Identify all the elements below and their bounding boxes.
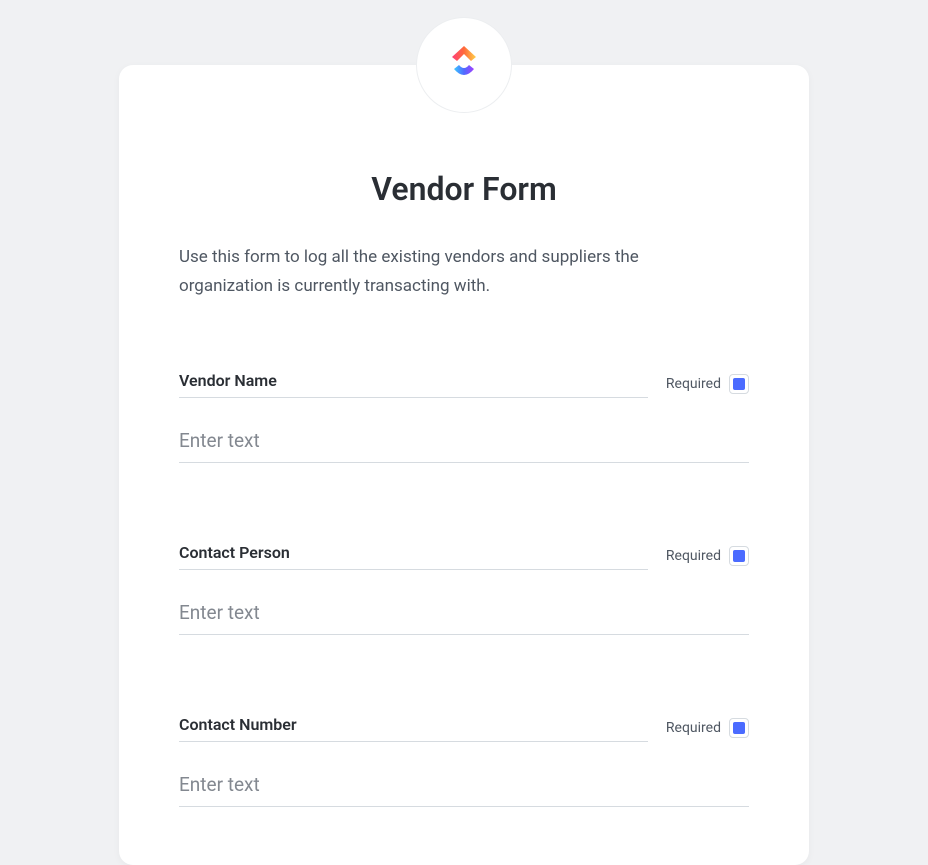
required-label: Required [666,548,721,564]
form-card: Vendor Form Use this form to log all the… [119,65,809,865]
field-contact-number: Contact Number Required [179,715,749,807]
required-toggle[interactable] [729,546,749,566]
contact-person-input[interactable] [179,595,749,635]
field-vendor-name: Vendor Name Required [179,371,749,463]
checkbox-checked-icon [733,722,745,734]
logo-circle [416,17,512,113]
field-label: Contact Number [179,715,297,734]
checkbox-checked-icon [733,550,745,562]
clickup-logo-icon [440,39,488,91]
vendor-name-input[interactable] [179,423,749,463]
required-label: Required [666,720,721,736]
field-label: Contact Person [179,543,290,562]
required-wrap: Required [666,546,749,570]
field-label-wrap[interactable]: Contact Person [179,543,648,570]
field-label-wrap[interactable]: Vendor Name [179,371,648,398]
form-title: Vendor Form [179,170,749,208]
form-description: Use this form to log all the existing ve… [179,243,709,301]
field-contact-person: Contact Person Required [179,543,749,635]
required-label: Required [666,376,721,392]
field-label-wrap[interactable]: Contact Number [179,715,648,742]
field-label: Vendor Name [179,371,277,390]
required-wrap: Required [666,374,749,398]
contact-number-input[interactable] [179,767,749,807]
required-toggle[interactable] [729,718,749,738]
field-header: Vendor Name Required [179,371,749,398]
field-header: Contact Number Required [179,715,749,742]
required-toggle[interactable] [729,374,749,394]
required-wrap: Required [666,718,749,742]
checkbox-checked-icon [733,378,745,390]
field-header: Contact Person Required [179,543,749,570]
